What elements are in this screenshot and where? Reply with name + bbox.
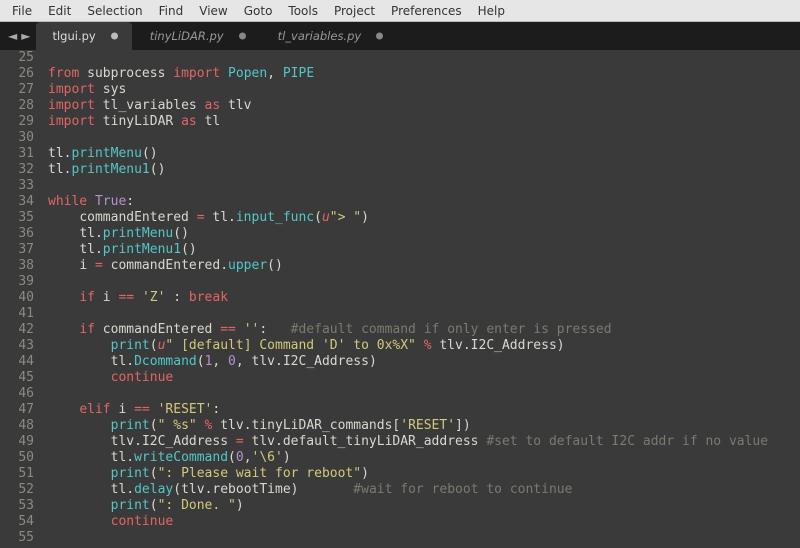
code-line[interactable]: print(": Please wait for reboot") (48, 466, 800, 482)
menu-preferences[interactable]: Preferences (383, 2, 470, 20)
code-line[interactable]: tl.delay(tlv.rebootTime) #wait for reboo… (48, 482, 800, 498)
code-line[interactable]: tl.printMenu() (48, 226, 800, 242)
line-number: 40 (0, 290, 34, 306)
line-number: 35 (0, 210, 34, 226)
line-number: 55 (0, 530, 34, 546)
line-number: 31 (0, 146, 34, 162)
line-number: 39 (0, 274, 34, 290)
line-number: 51 (0, 466, 34, 482)
code-line[interactable]: print(" %s" % tlv.tinyLiDAR_commands['RE… (48, 418, 800, 434)
code-line[interactable]: print(": Done. ") (48, 498, 800, 514)
line-number: 41 (0, 306, 34, 322)
code-line[interactable]: commandEntered = tl.input_func(u"> ") (48, 210, 800, 226)
code-line[interactable]: tlv.I2C_Address = tlv.default_tinyLiDAR_… (48, 434, 800, 450)
line-number: 46 (0, 386, 34, 402)
menu-bar: File Edit Selection Find View Goto Tools… (0, 0, 800, 22)
code-line[interactable]: tl.printMenu() (48, 146, 800, 162)
code-content[interactable]: from subprocess import Popen, PIPEimport… (48, 50, 800, 546)
code-line[interactable]: tl.Dcommand(1, 0, tlv.I2C_Address) (48, 354, 800, 370)
code-line[interactable]: tl.printMenu1() (48, 242, 800, 258)
line-number: 33 (0, 178, 34, 194)
line-number: 37 (0, 242, 34, 258)
code-line[interactable]: elif i == 'RESET': (48, 402, 800, 418)
tab-tlgui[interactable]: tlgui.py (36, 22, 131, 50)
line-number: 53 (0, 498, 34, 514)
code-line[interactable] (48, 274, 800, 290)
tab-nav-right-icon[interactable]: ► (21, 29, 30, 43)
line-number: 52 (0, 482, 34, 498)
tab-bar: ◄ ► tlgui.py tinyLiDAR.py tl_variables.p… (0, 22, 800, 50)
code-line[interactable] (48, 386, 800, 402)
menu-edit[interactable]: Edit (40, 2, 79, 20)
line-number: 42 (0, 322, 34, 338)
code-line[interactable] (48, 178, 800, 194)
menu-tools[interactable]: Tools (280, 2, 326, 20)
line-number: 30 (0, 130, 34, 146)
line-number: 25 (0, 50, 34, 66)
menu-file[interactable]: File (4, 2, 40, 20)
line-number: 54 (0, 514, 34, 530)
code-editor[interactable]: 2526272829303132333435363738394041424344… (0, 50, 800, 548)
code-line[interactable]: tl.printMenu1() (48, 162, 800, 178)
line-number: 50 (0, 450, 34, 466)
tab-tl-variables[interactable]: tl_variables.py (262, 22, 398, 50)
code-line[interactable] (48, 50, 800, 66)
tab-nav-left-icon[interactable]: ◄ (8, 29, 17, 43)
line-number: 45 (0, 370, 34, 386)
menu-find[interactable]: Find (151, 2, 192, 20)
line-number-gutter: 2526272829303132333435363738394041424344… (0, 50, 42, 546)
code-line[interactable]: while True: (48, 194, 800, 210)
dirty-indicator-icon (376, 33, 383, 40)
menu-help[interactable]: Help (470, 2, 513, 20)
tab-nav-arrows: ◄ ► (6, 22, 36, 50)
code-line[interactable]: print(u" [default] Command 'D' to 0x%X" … (48, 338, 800, 354)
code-line[interactable]: if i == 'Z' : break (48, 290, 800, 306)
code-line[interactable] (48, 130, 800, 146)
menu-goto[interactable]: Goto (236, 2, 281, 20)
code-line[interactable] (48, 530, 800, 546)
code-line[interactable]: from subprocess import Popen, PIPE (48, 66, 800, 82)
code-line[interactable]: import tl_variables as tlv (48, 98, 800, 114)
dirty-indicator-icon (111, 33, 118, 40)
line-number: 38 (0, 258, 34, 274)
tab-label: tlgui.py (52, 29, 95, 43)
code-line[interactable]: import sys (48, 82, 800, 98)
code-line[interactable] (48, 306, 800, 322)
code-line[interactable]: i = commandEntered.upper() (48, 258, 800, 274)
line-number: 49 (0, 434, 34, 450)
line-number: 47 (0, 402, 34, 418)
menu-selection[interactable]: Selection (79, 2, 150, 20)
line-number: 29 (0, 114, 34, 130)
line-number: 43 (0, 338, 34, 354)
menu-view[interactable]: View (191, 2, 235, 20)
line-number: 32 (0, 162, 34, 178)
tab-label: tinyLiDAR.py (150, 29, 224, 43)
code-line[interactable]: import tinyLiDAR as tl (48, 114, 800, 130)
line-number: 36 (0, 226, 34, 242)
line-number: 48 (0, 418, 34, 434)
code-line[interactable]: tl.writeCommand(0,'\6') (48, 450, 800, 466)
menu-project[interactable]: Project (326, 2, 383, 20)
line-number: 27 (0, 82, 34, 98)
line-number: 28 (0, 98, 34, 114)
tab-label: tl_variables.py (278, 29, 362, 43)
code-line[interactable]: if commandEntered == '': #default comman… (48, 322, 800, 338)
code-line[interactable]: continue (48, 370, 800, 386)
line-number: 44 (0, 354, 34, 370)
line-number: 34 (0, 194, 34, 210)
code-line[interactable]: continue (48, 514, 800, 530)
dirty-indicator-icon (239, 33, 246, 40)
line-number: 26 (0, 66, 34, 82)
tab-tinylidar[interactable]: tinyLiDAR.py (134, 22, 260, 50)
